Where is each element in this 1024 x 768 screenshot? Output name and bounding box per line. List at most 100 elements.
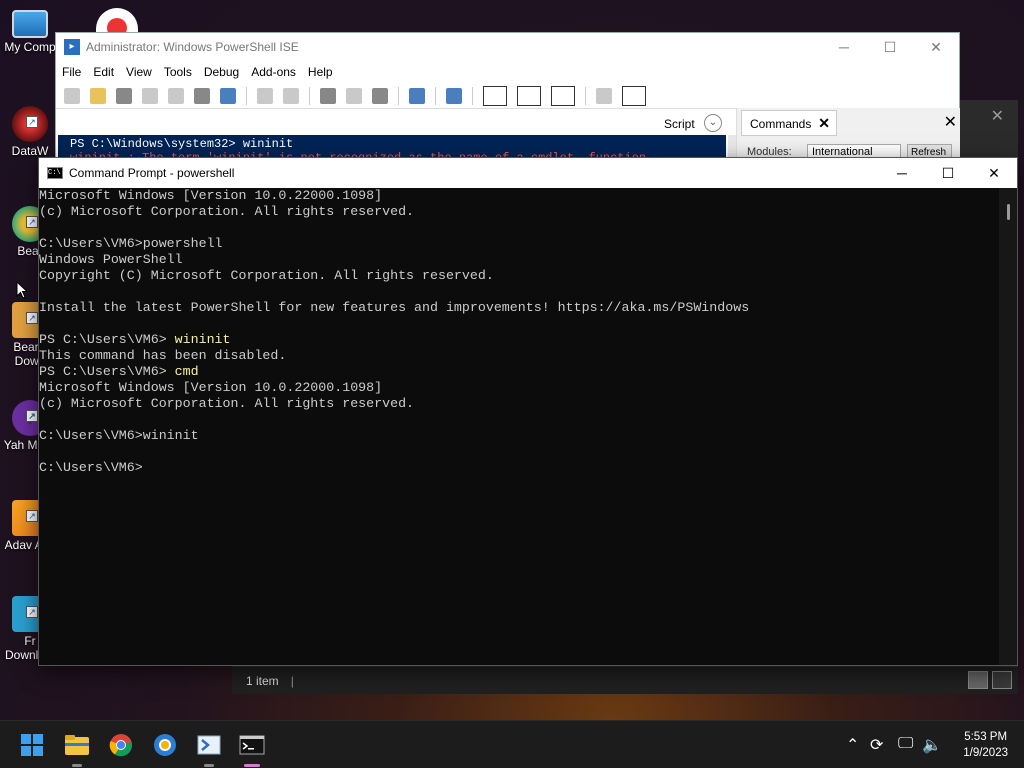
- file-explorer-icon: [65, 735, 89, 755]
- running-indicator: [72, 764, 82, 767]
- shortcut-arrow-icon: ↗: [26, 216, 38, 228]
- ise-title: Administrator: Windows PowerShell ISE: [86, 40, 299, 54]
- terminal-line: Microsoft Windows [Version 10.0.22000.10…: [39, 380, 383, 395]
- taskbar-command-prompt[interactable]: [238, 731, 266, 767]
- powershell-ise-window[interactable]: ▸ Administrator: Windows PowerShell ISE …: [55, 32, 961, 168]
- clear-console-icon[interactable]: [220, 87, 236, 104]
- minimize-button[interactable]: ─: [879, 165, 925, 182]
- terminal-line: (c) Microsoft Corporation. All rights re…: [39, 204, 415, 219]
- close-icon[interactable]: ✕: [818, 115, 830, 132]
- terminal-prompt: PS C:\Users\VM6>: [39, 332, 175, 347]
- cmd-titlebar[interactable]: C:\ Command Prompt - powershell ─ ☐ ✕: [39, 158, 1017, 188]
- run-selection-icon[interactable]: [346, 87, 362, 104]
- paste-icon[interactable]: [194, 87, 210, 104]
- ise-console-prompt: PS C:\Windows\system32> wininit: [70, 137, 294, 151]
- menu-tools[interactable]: Tools: [164, 65, 192, 79]
- save-icon[interactable]: [116, 87, 132, 104]
- maximize-button[interactable]: ☐: [925, 165, 971, 182]
- remote-powershell-icon[interactable]: [409, 87, 425, 104]
- show-commands-icon[interactable]: [596, 87, 612, 104]
- terminal-line: C:\Users\VM6>: [39, 460, 143, 475]
- windows-update-icon[interactable]: ⟳: [870, 735, 883, 755]
- redo-icon[interactable]: [283, 87, 299, 104]
- chrome-icon: [109, 734, 133, 757]
- status-divider: |: [290, 673, 294, 688]
- undo-icon[interactable]: [257, 87, 273, 104]
- volume-icon[interactable]: 🔈: [922, 735, 942, 755]
- cmd-window-title: Command Prompt - powershell: [69, 166, 235, 180]
- terminal-line: PS C:\Users\VM6> wininit: [39, 332, 1001, 348]
- item-count: 1 item: [246, 673, 279, 688]
- terminal-line: C:\Users\VM6>wininit: [39, 428, 199, 443]
- shortcut-arrow-icon: ↗: [26, 410, 38, 422]
- terminal-line: This command has been disabled.: [39, 348, 287, 363]
- taskbar-chrome-alt[interactable]: [151, 731, 179, 759]
- close-icon[interactable]: ✕: [944, 112, 957, 132]
- menu-view[interactable]: View: [126, 65, 152, 79]
- taskbar-powershell-ise[interactable]: [195, 731, 223, 767]
- command-prompt-icon: [239, 735, 265, 755]
- close-button[interactable]: ✕: [971, 165, 1017, 182]
- taskbar-clock[interactable]: 5:53 PM 1/9/2023: [963, 729, 1008, 761]
- menu-edit[interactable]: Edit: [93, 65, 114, 79]
- terminal-prompt: PS C:\Users\VM6>: [39, 364, 175, 379]
- desktop-icon-my-computer[interactable]: My Comp: [0, 10, 60, 54]
- ise-titlebar[interactable]: ▸ Administrator: Windows PowerShell ISE …: [56, 33, 959, 61]
- layout-right-icon[interactable]: [517, 85, 541, 106]
- toolbar-divider: [585, 86, 586, 105]
- clock-date: 1/9/2023: [963, 747, 1008, 759]
- start-icon: [21, 734, 43, 756]
- toolbar-divider: [246, 86, 247, 105]
- command-prompt-window[interactable]: C:\ Command Prompt - powershell ─ ☐ ✕ Mi…: [38, 157, 1018, 666]
- chrome-desktop-icon[interactable]: [96, 8, 138, 34]
- terminal-line: Copyright (C) Microsoft Corporation. All…: [39, 268, 494, 283]
- toolbar-divider: [398, 86, 399, 105]
- terminal-scrollbar[interactable]: [999, 188, 1017, 665]
- scrollbar-thumb[interactable]: [1007, 204, 1010, 220]
- show-script-pane-icon[interactable]: [622, 85, 646, 106]
- taskbar-file-explorer[interactable]: [63, 731, 91, 767]
- minimize-button[interactable]: ─: [821, 39, 867, 56]
- terminal-line: Install the latest PowerShell for new fe…: [39, 300, 750, 315]
- desktop-icon-datawiper[interactable]: ↗ DataW: [0, 106, 60, 158]
- run-script-icon[interactable]: [320, 87, 336, 104]
- menu-help[interactable]: Help: [308, 65, 333, 79]
- chevron-down-icon[interactable]: ⌄: [704, 114, 722, 132]
- copy-icon[interactable]: [168, 87, 184, 104]
- layout-max-icon[interactable]: [551, 85, 575, 106]
- ise-toolbar: [56, 83, 959, 109]
- chevron-up-icon[interactable]: ⌃: [846, 735, 859, 755]
- network-icon[interactable]: 🖵: [898, 735, 913, 753]
- menu-file[interactable]: File: [62, 65, 81, 79]
- shortcut-arrow-icon: ↗: [26, 116, 38, 128]
- large-icons-view-icon[interactable]: [992, 671, 1012, 689]
- shortcut-arrow-icon: ↗: [26, 510, 38, 522]
- commands-tab[interactable]: Commands ✕: [741, 110, 837, 136]
- terminal-line: (c) Microsoft Corporation. All rights re…: [39, 396, 415, 411]
- terminal-line: Windows PowerShell: [39, 252, 183, 267]
- script-pane-label[interactable]: Script: [664, 117, 695, 131]
- terminal-line: C:\Users\VM6>powershell: [39, 236, 223, 251]
- open-folder-icon[interactable]: [90, 87, 106, 104]
- command-prompt-icon: C:\: [47, 167, 63, 179]
- menu-add-ons[interactable]: Add-ons: [251, 65, 296, 79]
- monitor-icon: [12, 10, 48, 38]
- stop-icon[interactable]: [372, 87, 388, 104]
- close-button[interactable]: ✕: [913, 39, 959, 56]
- layout-top-icon[interactable]: [483, 85, 507, 106]
- shortcut-arrow-icon: ↗: [26, 606, 38, 618]
- details-view-icon[interactable]: [968, 671, 988, 689]
- taskbar-chrome[interactable]: [107, 731, 135, 759]
- menu-debug[interactable]: Debug: [204, 65, 239, 79]
- start-button[interactable]: [18, 731, 46, 759]
- taskbar: ⌃ ⟳ 🖵 🔈 5:53 PM 1/9/2023: [0, 720, 1024, 768]
- new-file-icon[interactable]: [64, 87, 80, 104]
- terminal-output[interactable]: Microsoft Windows [Version 10.0.22000.10…: [39, 188, 1001, 665]
- toolbar-divider: [435, 86, 436, 105]
- start-powershell-icon[interactable]: [446, 87, 462, 104]
- close-icon[interactable]: ✕: [991, 106, 1004, 126]
- maximize-button[interactable]: ☐: [867, 39, 913, 56]
- cut-icon[interactable]: [142, 87, 158, 104]
